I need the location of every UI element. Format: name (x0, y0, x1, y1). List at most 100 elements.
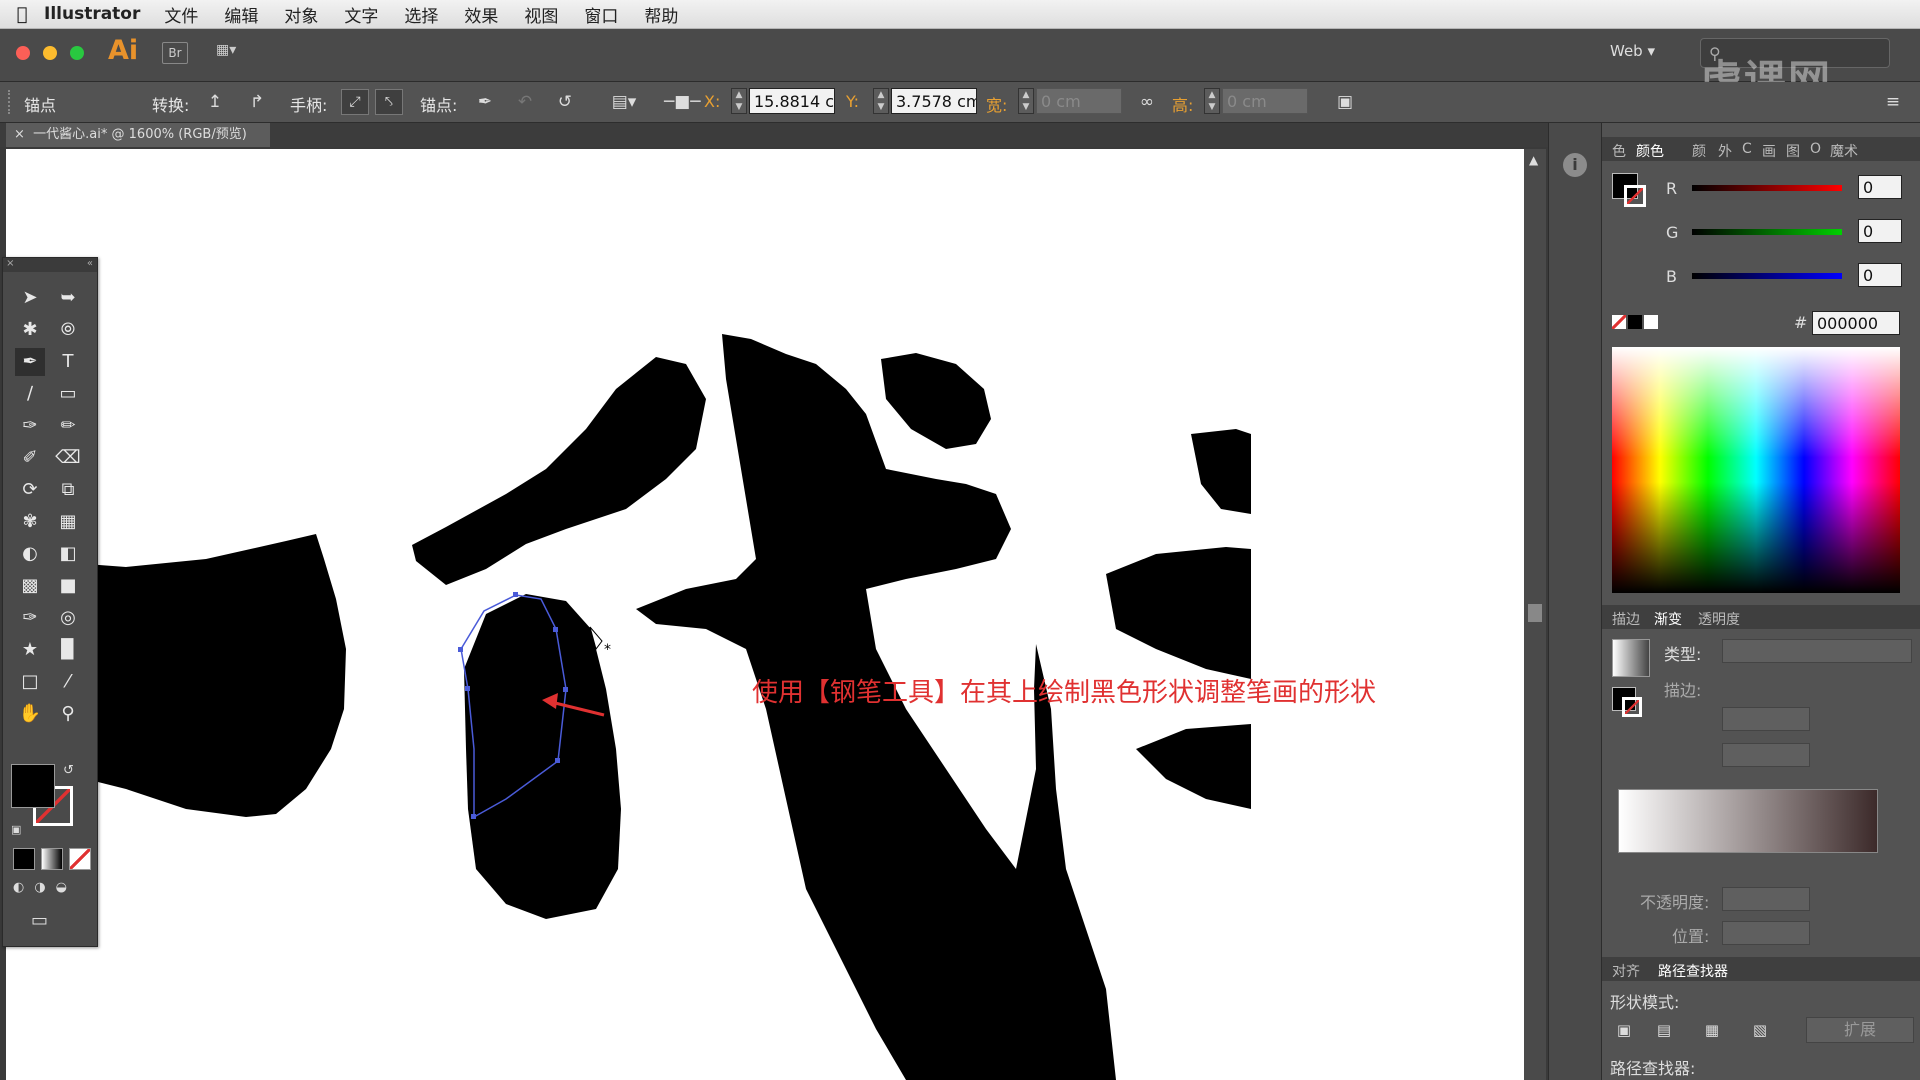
scroll-up-icon[interactable]: ▲ (1529, 153, 1538, 167)
green-value-field[interactable]: 0 (1858, 219, 1902, 243)
none-swatch[interactable] (1612, 315, 1626, 329)
gradient-slider[interactable] (1618, 789, 1878, 853)
panel-menu-icon[interactable]: ≡ (1880, 89, 1906, 115)
mesh-tool-icon[interactable]: ▩ (15, 572, 45, 600)
intersect-icon[interactable]: ▦ (1700, 1019, 1724, 1041)
tools-panel-header[interactable]: × « (3, 258, 97, 272)
magic-wand-tool-icon[interactable]: ✱ (15, 316, 45, 344)
close-window-button[interactable] (16, 46, 30, 60)
menu-window[interactable]: 窗口 (584, 2, 618, 27)
remove-anchor-icon[interactable]: ✒ (472, 89, 498, 115)
drawing-modes[interactable]: ◐◑◒ (13, 880, 89, 900)
lasso-tool-icon[interactable]: ⦾ (53, 316, 83, 344)
unite-icon[interactable]: ▣ (1612, 1019, 1636, 1041)
gradient-angle-field[interactable] (1722, 707, 1810, 731)
expand-button[interactable]: 扩展 (1806, 1017, 1914, 1043)
height-field[interactable]: 0 cm (1222, 88, 1308, 114)
x-field[interactable]: 15.8814 c (749, 88, 835, 114)
red-bar[interactable] (1692, 185, 1842, 191)
blob-brush-tool-icon[interactable]: ✐ (15, 444, 45, 472)
screen-mode-icon[interactable]: ▭ (31, 910, 48, 931)
y-stepper[interactable]: ▲ ▼ (873, 88, 889, 114)
document-tab[interactable]: × 一代酱心.ai* @ 1600% (RGB/预览) (6, 123, 270, 147)
blue-slider[interactable]: B 0 (1666, 263, 1916, 293)
info-icon[interactable]: i (1563, 153, 1587, 177)
color-mode-button[interactable] (13, 848, 35, 870)
minus-front-icon[interactable]: ▤ (1652, 1019, 1676, 1041)
fill-swatch-front[interactable] (11, 764, 55, 808)
convert-to-corner-icon[interactable]: ↥ (202, 89, 228, 115)
show-handles-icon[interactable]: ⤢ (341, 89, 369, 115)
paintbrush-tool-icon[interactable]: ✑ (15, 412, 45, 440)
column-graph-tool-icon[interactable]: ▉ (53, 636, 83, 664)
exclude-icon[interactable]: ▧ (1748, 1019, 1772, 1041)
menu-help[interactable]: 帮助 (644, 2, 678, 27)
artboard-tool-icon[interactable]: □ (15, 668, 45, 696)
apple-icon[interactable]:  (0, 4, 44, 25)
workspace-switcher[interactable]: Web ▾ (1610, 42, 1655, 60)
blend-tool-icon[interactable]: ◎ (53, 604, 83, 632)
tab-appearance[interactable]: 外 (1718, 141, 1732, 161)
tab-align[interactable]: 对齐 (1612, 961, 1640, 981)
menu-file[interactable]: 文件 (164, 2, 198, 27)
menu-effect[interactable]: 效果 (464, 2, 498, 27)
none-mode-button[interactable] (69, 848, 91, 870)
artwork[interactable]: * (6, 149, 1524, 1080)
direct-selection-tool-icon[interactable]: ➥ (53, 284, 83, 312)
convert-to-smooth-icon[interactable]: ↱ (244, 89, 270, 115)
scroll-thumb[interactable] (1528, 604, 1542, 622)
menu-view[interactable]: 视图 (524, 2, 558, 27)
arrange-documents-button[interactable]: ▦▾ (216, 42, 254, 62)
height-stepper[interactable]: ▲ ▼ (1204, 88, 1220, 114)
swap-fill-stroke-icon[interactable]: ↺ (63, 763, 74, 778)
tab-graphic-styles[interactable]: 图 (1786, 141, 1800, 161)
opacity-field[interactable] (1722, 887, 1810, 911)
gradient-tool-icon[interactable]: ■ (53, 572, 83, 600)
vertical-scrollbar[interactable]: ▲ (1524, 149, 1546, 1080)
tab-stroke[interactable]: 描边 (1612, 609, 1640, 629)
position-field[interactable] (1722, 921, 1810, 945)
constrain-proportions-icon[interactable]: ∞ (1134, 89, 1160, 115)
y-field[interactable]: 3.7578 cm (891, 88, 977, 114)
pen-tool-icon[interactable]: ✒ (15, 348, 45, 376)
cut-path-icon[interactable]: ↺ (552, 89, 578, 115)
tab-swatches[interactable]: 颜 (1692, 141, 1706, 161)
red-slider[interactable]: R 0 (1666, 175, 1916, 205)
scale-tool-icon[interactable]: ⧉ (53, 476, 83, 504)
selection-tool-icon[interactable]: ➤ (15, 284, 45, 312)
artboard-canvas[interactable]: * (6, 149, 1524, 1080)
hand-tool-icon[interactable]: ✋ (15, 700, 45, 728)
type-tool-icon[interactable]: T (53, 348, 83, 376)
x-stepper[interactable]: ▲ ▼ (731, 88, 747, 114)
eraser-tool-icon[interactable]: ⌫ (53, 444, 83, 472)
tab-gradient[interactable]: 渐变 (1654, 609, 1682, 629)
perspective-grid-tool-icon[interactable]: ◧ (53, 540, 83, 568)
rectangle-tool-icon[interactable]: ▭ (53, 380, 83, 408)
minimize-window-button[interactable] (43, 46, 57, 60)
menu-edit[interactable]: 编辑 (224, 2, 258, 27)
tab-color[interactable]: 颜色 (1636, 141, 1664, 161)
color-stroke-swatch[interactable] (1624, 185, 1646, 207)
blue-value-field[interactable]: 0 (1858, 263, 1902, 287)
black-swatch[interactable] (1628, 315, 1642, 329)
eyedropper-tool-icon[interactable]: ✑ (15, 604, 45, 632)
transform-anchor-icon[interactable]: ─■─ (664, 89, 701, 115)
tab-magic-wand[interactable]: 魔术 (1830, 141, 1858, 161)
zoom-tool-icon[interactable]: ⚲ (53, 700, 83, 728)
pencil-tool-icon[interactable]: ✏ (53, 412, 83, 440)
gradient-mode-button[interactable] (41, 848, 63, 870)
hex-field[interactable]: 000000 (1812, 311, 1900, 335)
shape-builder-tool-icon[interactable]: ◐ (15, 540, 45, 568)
tab-symbols[interactable]: O (1810, 141, 1821, 157)
gradient-aspect-field[interactable] (1722, 743, 1810, 767)
green-slider[interactable]: G 0 (1666, 219, 1916, 249)
red-value-field[interactable]: 0 (1858, 175, 1902, 199)
gradient-stroke-swatch[interactable] (1622, 697, 1642, 717)
blue-bar[interactable] (1692, 273, 1842, 279)
tab-transparency[interactable]: 透明度 (1698, 609, 1740, 629)
menu-select[interactable]: 选择 (404, 2, 438, 27)
tab-pathfinder[interactable]: 路径查找器 (1658, 961, 1728, 981)
width-stepper[interactable]: ▲ ▼ (1018, 88, 1034, 114)
line-tool-icon[interactable]: ∕ (15, 380, 45, 408)
free-transform-tool-icon[interactable]: ▦ (53, 508, 83, 536)
